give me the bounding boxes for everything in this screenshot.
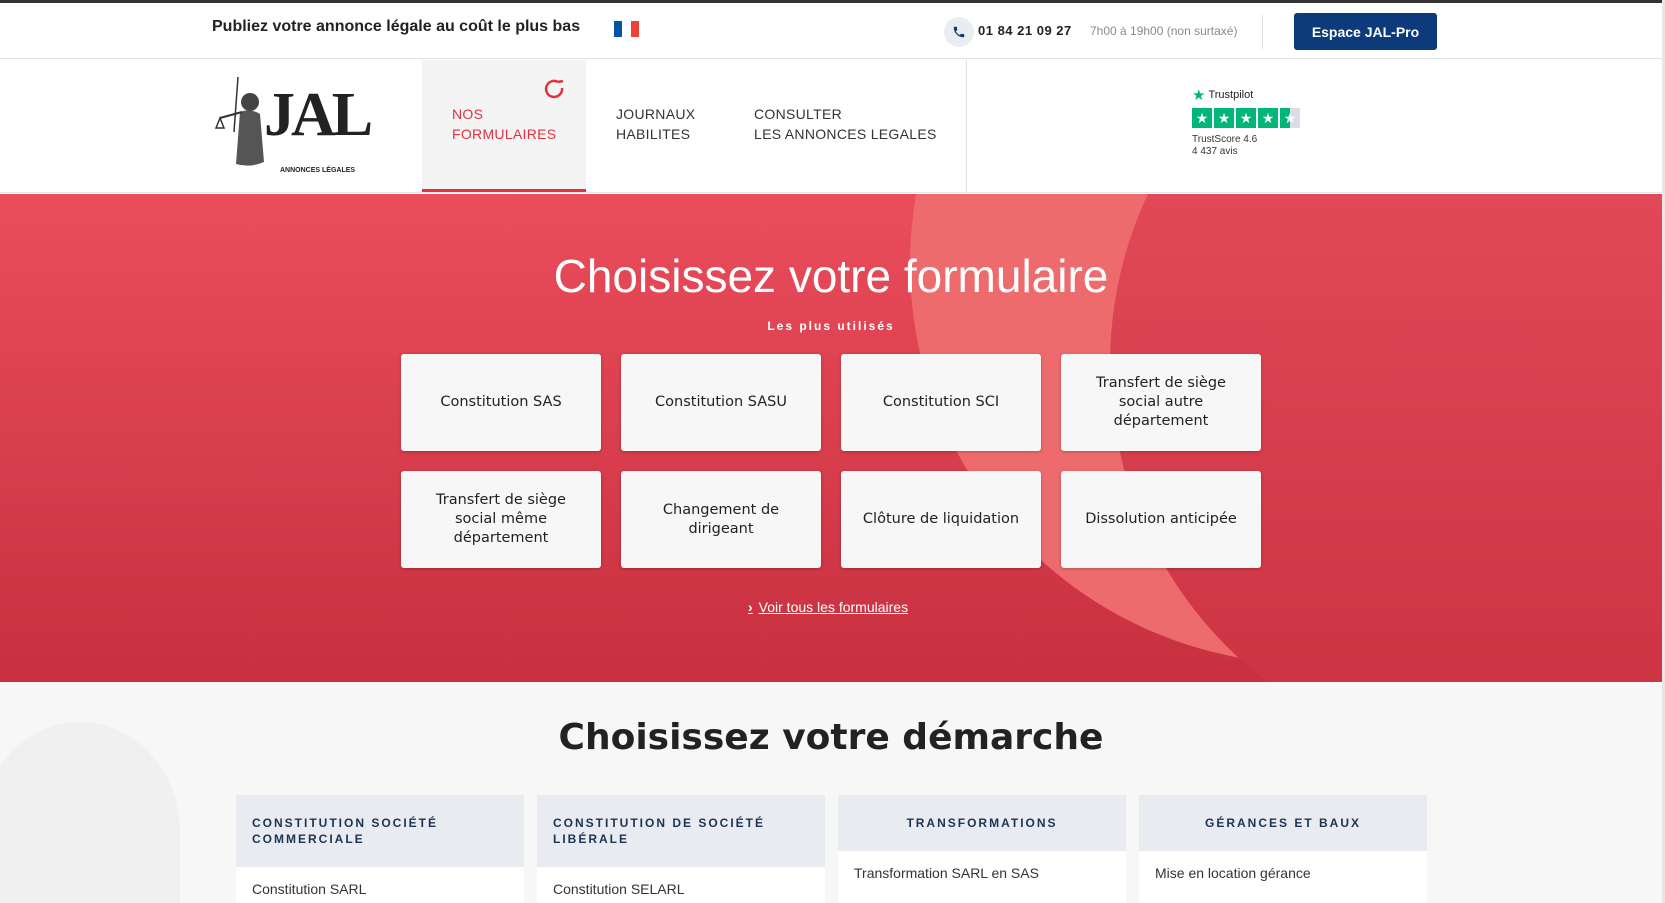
phone-icon[interactable] <box>944 17 974 47</box>
jal-pro-button[interactable]: Espace JAL-Pro <box>1294 13 1437 50</box>
form-card-constitution-sas[interactable]: Constitution SAS <box>401 354 601 451</box>
nav-label: JOURNAUX HABILITES <box>616 106 696 142</box>
list-item[interactable]: Constitution SARL <box>236 867 524 903</box>
french-flag-icon <box>614 21 639 37</box>
nav-consulter-annonces[interactable]: CONSULTER LES ANNONCES LEGALES <box>754 60 954 192</box>
see-all-label: Voir tous les formulaires <box>758 599 909 615</box>
demarche-column: GÉRANCES ET BAUX Mise en location géranc… <box>1139 795 1427 903</box>
trustpilot-brand: ★ Trustpilot <box>1192 86 1300 104</box>
form-card-constitution-sci[interactable]: Constitution SCI <box>841 354 1041 451</box>
trustpilot-star-icon: ★ <box>1192 87 1206 104</box>
review-count: 4 437 avis <box>1192 146 1238 157</box>
form-card-cloture-liquidation[interactable]: Clôture de liquidation <box>841 471 1041 568</box>
form-card-transfert-autre-departement[interactable]: Transfert de siège social autre départem… <box>1061 354 1261 451</box>
list-item[interactable]: Mise en location gérance <box>1139 851 1427 895</box>
nav-nos-formulaires[interactable]: NOS FORMULAIRES <box>422 60 586 192</box>
column-heading[interactable]: CONSTITUTION SOCIÉTÉ COMMERCIALE <box>236 795 524 867</box>
phone-number[interactable]: 01 84 21 09 27 <box>978 23 1072 38</box>
logo-subtitle: ANNONCES LÉGALES <box>280 167 356 174</box>
chevron-right-icon: › <box>748 599 753 615</box>
nav-label: NOS FORMULAIRES <box>452 106 557 142</box>
tagline: Publiez votre annonce légale au coût le … <box>212 18 581 35</box>
column-heading[interactable]: GÉRANCES ET BAUX <box>1139 795 1427 851</box>
trustpilot-name: Trustpilot <box>1208 89 1254 101</box>
hero-subtitle: Les plus utilisés <box>767 319 895 333</box>
demarche-column: TRANSFORMATIONS Transformation SARL en S… <box>838 795 1126 903</box>
column-heading[interactable]: TRANSFORMATIONS <box>838 795 1126 851</box>
main-header: JAL ANNONCES LÉGALES NOS FORMULAIRES JOUR… <box>0 60 1662 193</box>
list-item[interactable]: Transformation SARL en SAS <box>838 851 1126 895</box>
divider <box>1262 15 1263 49</box>
demarche-column: CONSTITUTION DE SOCIÉTÉ LIBÉRALE Constit… <box>537 795 825 903</box>
star-icon: ★ <box>1236 108 1256 128</box>
cursor-swirl-icon <box>544 78 566 104</box>
see-all-forms-link[interactable]: › Voir tous les formulaires <box>748 599 908 615</box>
opening-hours: 7h00 à 19h00 (non surtaxé) <box>1090 24 1238 38</box>
trustpilot-widget[interactable]: ★ Trustpilot ★ ★ ★ ★ ★ TrustScore 4.6 4 … <box>1192 86 1300 157</box>
demarche-section: Choisissez votre démarche CONSTITUTION S… <box>0 682 1662 903</box>
half-star-icon: ★ <box>1280 108 1300 128</box>
nav-label: CONSULTER LES ANNONCES LEGALES <box>754 106 937 142</box>
trustscore: TrustScore 4.6 <box>1192 134 1258 145</box>
star-icon: ★ <box>1258 108 1278 128</box>
column-heading[interactable]: CONSTITUTION DE SOCIÉTÉ LIBÉRALE <box>537 795 825 867</box>
star-icon: ★ <box>1192 108 1212 128</box>
form-card-changement-dirigeant[interactable]: Changement de dirigeant <box>621 471 821 568</box>
demarche-title: Choisissez votre démarche <box>558 717 1104 758</box>
top-bar: Publiez votre annonce légale au coût le … <box>0 3 1662 59</box>
demarche-column: CONSTITUTION SOCIÉTÉ COMMERCIALE Constit… <box>236 795 524 903</box>
jal-logo[interactable]: JAL ANNONCES LÉGALES <box>212 72 373 174</box>
hero-section: Choisissez votre formulaire Les plus uti… <box>0 194 1662 682</box>
divider <box>966 60 967 192</box>
list-item[interactable]: Constitution SELARL <box>537 867 825 903</box>
hero-title: Choisissez votre formulaire <box>553 250 1109 302</box>
trustpilot-rating: ★ ★ ★ ★ ★ <box>1192 108 1300 128</box>
form-card-dissolution-anticipee[interactable]: Dissolution anticipée <box>1061 471 1261 568</box>
nav-journaux-habilites[interactable]: JOURNAUX HABILITES <box>616 60 736 192</box>
form-card-transfert-meme-departement[interactable]: Transfert de siège social même départeme… <box>401 471 601 568</box>
form-card-constitution-sasu[interactable]: Constitution SASU <box>621 354 821 451</box>
logo-wordmark: JAL <box>264 81 373 149</box>
star-icon: ★ <box>1214 108 1234 128</box>
